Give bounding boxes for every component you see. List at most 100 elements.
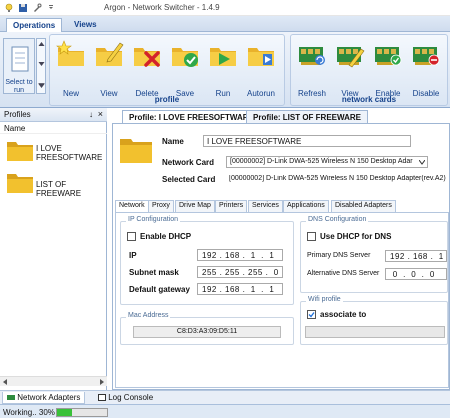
tab-network-adapters-label: Network Adapters (17, 393, 81, 402)
tab-views[interactable]: Views (68, 18, 103, 32)
disable-card-icon (413, 47, 440, 66)
progress-fill (57, 409, 72, 416)
enable-button[interactable]: Enable (369, 37, 407, 98)
checkmark-icon (308, 312, 315, 318)
wifi-profile-group: Wifi profile associate to (300, 296, 448, 345)
save-profile-icon (172, 48, 198, 67)
profile-folder-icon (120, 139, 152, 163)
profiles-panel: Profiles ↓ × Name I LOVE FREESOFTWARE LI… (0, 108, 107, 390)
chevron-down-icon[interactable] (419, 160, 425, 165)
profile-editor: Profile: I LOVE FREESOFTWARE Profile: LI… (110, 108, 450, 390)
tab-profile-list-of-freeware[interactable]: Profile: LIST OF FREEWARE (246, 110, 369, 123)
default-gateway-field[interactable]: 192 . 168 . 1 . 1 (197, 283, 283, 295)
profile-name: LIST OF FREEWARE (36, 180, 82, 198)
use-dhcp-dns-checkbox[interactable] (307, 232, 316, 241)
chevron-up-icon[interactable] (38, 41, 45, 47)
ip-label: IP (129, 251, 137, 260)
view-profile-icon (96, 42, 124, 66)
tab-proxy[interactable]: Proxy (148, 200, 174, 212)
tab-applications[interactable]: Applications (283, 200, 329, 212)
profile-item-list-of-freeware[interactable]: LIST OF FREEWARE (6, 170, 106, 200)
wifi-network-select[interactable] (305, 326, 445, 338)
delete-profile-icon (134, 48, 160, 67)
alternative-dns-field[interactable]: 0 . 0 . 0 (385, 268, 447, 280)
mac-address-group: Mac Address C8:D3:A3:09:D5:11 (120, 312, 294, 345)
profile-name-line1: I LOVE (36, 144, 62, 153)
tab-operations[interactable]: Operations (6, 18, 63, 32)
save-icon[interactable] (18, 3, 28, 13)
subnet-mask-field[interactable]: 255 . 255 . 255 . 0 (197, 266, 283, 278)
mac-address-field[interactable]: C8:D3:A3:09:D5:11 (133, 326, 281, 338)
folder-icon (7, 174, 33, 193)
tab-profile-i-love-freesoftware[interactable]: Profile: I LOVE FREESOFTWARE (122, 110, 261, 123)
view-card-button[interactable]: View (331, 37, 369, 98)
progress-bar (56, 408, 108, 417)
select-to-run-button[interactable]: Select to run (3, 38, 35, 94)
run-list-scroller[interactable] (36, 38, 46, 94)
name-column-header[interactable]: Name (0, 122, 107, 134)
close-icon[interactable]: × (98, 109, 103, 119)
network-cards-group-label: network cards (341, 95, 397, 104)
customize-icon[interactable] (46, 3, 56, 13)
network-card-label: Network Card (162, 158, 215, 167)
refresh-button[interactable]: Refresh (293, 37, 331, 98)
default-gateway-label: Default gateway (129, 285, 190, 294)
profiles-header: Profiles ↓ × (0, 108, 107, 122)
new-button[interactable]: New (52, 37, 90, 98)
network-card-select[interactable]: [00000002] D-Link DWA-525 Wireless N 150… (226, 156, 428, 168)
use-dhcp-dns-label: Use DHCP for DNS (320, 232, 392, 241)
window-title: Argon - Network Switcher - 1.4.9 (104, 3, 220, 12)
name-label: Name (162, 137, 184, 146)
tab-drive-map[interactable]: Drive Map (175, 200, 215, 212)
scroll-right-icon[interactable] (99, 379, 105, 385)
horizontal-scrollbar[interactable] (0, 376, 107, 386)
associate-to-checkbox[interactable] (307, 310, 316, 319)
disable-button[interactable]: Disable (407, 37, 445, 98)
selected-card-value: [00000002] D-Link DWA-525 Wireless N 150… (229, 175, 446, 182)
mac-address-title: Mac Address (126, 312, 171, 319)
pin-icon[interactable]: ↓ (89, 110, 93, 119)
tab-log-console-label: Log Console (108, 393, 154, 402)
autorun-icon (248, 48, 274, 66)
name-field[interactable]: I LOVE FREESOFTWARE (203, 135, 411, 147)
ribbon-tab-bar: Operations Views (0, 16, 450, 32)
chevron-down-icon[interactable] (38, 61, 45, 67)
app-icon (5, 3, 13, 12)
view-profile-button[interactable]: View (90, 37, 128, 98)
scroll-left-icon[interactable] (2, 379, 8, 385)
profile-item-i-love-freesoftware[interactable]: I LOVE FREESOFTWARE (6, 138, 106, 168)
ip-configuration-group: IP Configuration Enable DHCP IP 192 . 16… (120, 216, 294, 305)
profile-form: Name I LOVE FREESOFTWARE Network Card [0… (112, 123, 450, 390)
ip-address-field[interactable]: 192 . 168 . 1 . 1 (197, 249, 283, 261)
tab-network-adapters[interactable]: Network Adapters (2, 392, 86, 404)
autorun-button[interactable]: Autorun (242, 37, 280, 98)
profile-group-label: profile (154, 95, 180, 104)
enable-dhcp-checkbox[interactable] (127, 232, 136, 241)
network-tab-panel: IP Configuration Enable DHCP IP 192 . 16… (115, 212, 449, 388)
network-adapter-icon (7, 395, 15, 400)
enable-dhcp-label: Enable DHCP (140, 232, 192, 241)
save-button[interactable]: Save (166, 37, 204, 98)
tab-disabled-adapters[interactable]: Disabled Adapters (331, 200, 396, 212)
dns-configuration-group: DNS Configuration Use DHCP for DNS Prima… (300, 216, 448, 293)
run-list-icon (11, 46, 29, 72)
selected-card-label: Selected Card (162, 175, 216, 184)
expand-icon[interactable] (38, 83, 45, 89)
run-button[interactable]: Run (204, 37, 242, 98)
primary-dns-field[interactable]: 192 . 168 . 1 (385, 250, 447, 262)
primary-dns-label: Primary DNS Server (307, 252, 371, 259)
tab-printers[interactable]: Printers (215, 200, 248, 212)
enable-card-icon (375, 47, 402, 66)
subnet-mask-label: Subnet mask (129, 268, 179, 277)
refresh-card-icon (299, 47, 325, 65)
associate-to-label: associate to (320, 310, 367, 319)
delete-button[interactable]: Delete (128, 37, 166, 98)
tab-services[interactable]: Services (248, 200, 283, 212)
ribbon: Select to run New View Delete Save Run A… (0, 32, 450, 108)
tab-log-console[interactable]: Log Console (94, 392, 157, 404)
tool-icon[interactable] (32, 3, 42, 13)
console-icon (98, 394, 106, 401)
ip-configuration-title: IP Configuration (126, 216, 181, 223)
network-cards-group: Refresh View Enable Disable network card… (290, 34, 448, 106)
new-profile-icon (56, 40, 84, 66)
